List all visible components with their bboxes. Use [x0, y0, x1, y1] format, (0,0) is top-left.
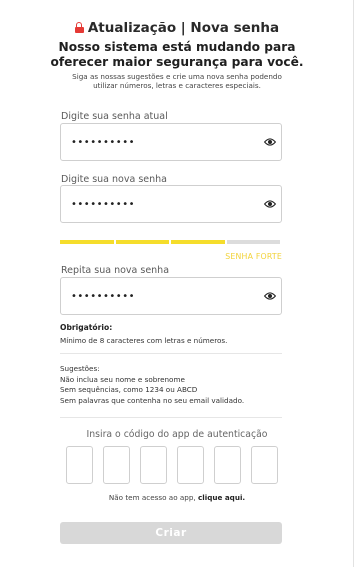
repeat-password-field[interactable]: [60, 277, 282, 315]
new-password-field[interactable]: [60, 185, 282, 223]
subtext: Siga as nossas sugestões e crie uma nova…: [0, 72, 354, 90]
subtext-line-2: utilizar números, letras e caracteres es…: [93, 81, 261, 90]
password-strength-label: SENHA FORTE: [225, 252, 282, 261]
new-password-input[interactable]: [71, 195, 251, 213]
suggestion-item: Sem palavras que contenha no seu email v…: [60, 395, 245, 405]
auth-code-label: Insira o código do app de autenticação: [86, 429, 268, 440]
suggestions-block: Sugestões: Não inclua seu nome e sobreno…: [60, 364, 244, 406]
suggestion-item: Não inclua seu nome e sobrenome: [60, 374, 185, 384]
lock-icon: [74, 22, 84, 33]
repeat-password-label: Repita sua nova senha: [61, 265, 170, 276]
eye-icon[interactable]: [264, 291, 276, 301]
current-password-label: Digite sua senha atual: [61, 111, 168, 122]
suggestions-title: Sugestões:: [60, 364, 100, 373]
eye-icon[interactable]: [264, 137, 276, 147]
no-access-text: Não tem acesso ao app, clique aqui.: [0, 493, 354, 502]
page-title-text: Atualização | Nova senha: [87, 19, 280, 36]
strength-segment-filled: [60, 240, 114, 244]
headline-line-1: Nosso sistema está mudando para: [58, 40, 296, 54]
divider: [60, 353, 282, 354]
divider: [60, 417, 282, 418]
strength-segment-filled: [115, 240, 169, 244]
auth-code-digit-3[interactable]: [140, 446, 167, 484]
auth-code-digit-4[interactable]: [177, 446, 204, 484]
strength-segment-empty: [226, 240, 280, 244]
requirements-text: Mínimo de 8 caracteres com letras e núme…: [60, 336, 228, 345]
password-strength-meter: [60, 240, 280, 244]
no-access-link[interactable]: clique aqui.: [198, 493, 245, 502]
headline-line-2: oferecer maior segurança para você.: [50, 55, 304, 69]
page-title: Atualização | Nova senha: [74, 19, 280, 36]
current-password-field[interactable]: [60, 123, 282, 161]
auth-code-digit-1[interactable]: [66, 446, 93, 484]
eye-icon[interactable]: [264, 199, 276, 209]
auth-code-inputs: [66, 446, 278, 484]
no-access-message: Não tem acesso ao app,: [108, 493, 196, 502]
auth-code-digit-2[interactable]: [103, 446, 130, 484]
auth-code-digit-6[interactable]: [251, 446, 278, 484]
requirements-title: Obrigatório:: [60, 323, 113, 332]
subtext-line-1: Siga as nossas sugestões e crie uma nova…: [72, 72, 282, 81]
headline: Nosso sistema está mudando para oferecer…: [0, 40, 354, 70]
suggestion-item: Sem sequências, como 1234 ou ABCD: [60, 385, 198, 394]
strength-segment-filled: [171, 240, 225, 244]
title-row: Atualização | Nova senha: [0, 18, 354, 37]
repeat-password-input[interactable]: [71, 287, 251, 305]
auth-code-digit-5[interactable]: [214, 446, 241, 484]
new-password-label: Digite sua nova senha: [61, 174, 167, 185]
current-password-input[interactable]: [71, 133, 251, 151]
create-button[interactable]: Criar: [60, 522, 282, 544]
